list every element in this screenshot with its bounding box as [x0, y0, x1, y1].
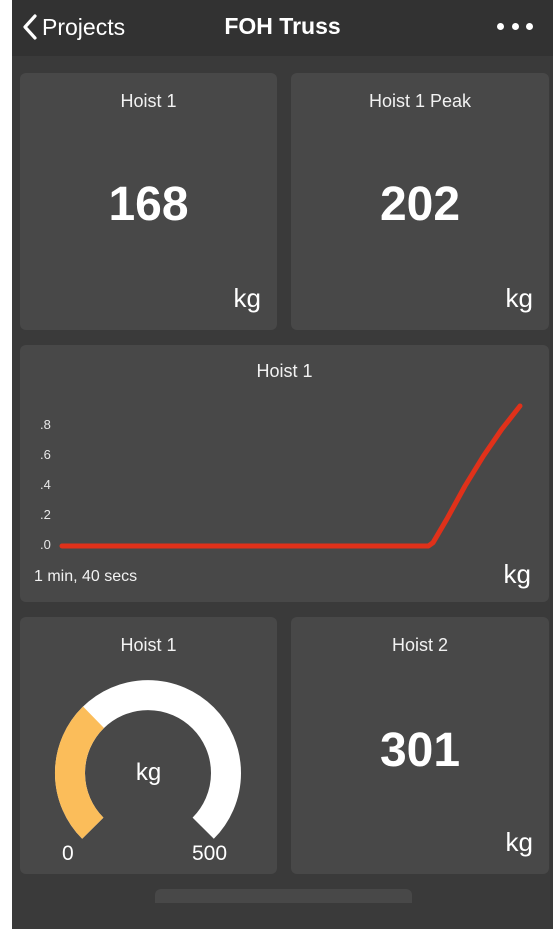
dot [526, 22, 533, 30]
gauge-min-label: 0 [62, 842, 74, 865]
tile-value: 202 [379, 178, 461, 231]
hoist-1-tile[interactable]: Hoist 1 168 kg [20, 73, 277, 330]
tile-title: Hoist 2 [391, 635, 449, 655]
dot [511, 22, 519, 30]
tile-unit: kg [505, 283, 533, 313]
hoist-2-tile[interactable]: Hoist 2 301 kg [291, 617, 549, 874]
page-title: FOH Truss [224, 13, 341, 39]
chart-duration-label: 1 min, 40 secs [34, 568, 138, 585]
ellipsis-icon[interactable] [497, 16, 533, 36]
app-screen: Projects FOH Truss Hoist 1 168 kg Hoist … [12, 0, 553, 929]
gauge-max-label: 500 [192, 842, 228, 865]
tile-unit: kg [233, 283, 261, 313]
tile-unit: kg [505, 827, 533, 857]
chart-unit: kg [503, 559, 531, 589]
tile-title: Hoist 1 [120, 91, 177, 111]
tile-value: 301 [379, 724, 461, 777]
hoist-1-gauge-tile[interactable]: Hoist 1 kg 0 500 [20, 617, 277, 874]
tile-title: Hoist 1 Peak [368, 91, 472, 111]
gauge [55, 680, 241, 839]
tile-value: 168 [108, 178, 189, 231]
navigation-bar: Projects FOH Truss [12, 0, 553, 56]
hoist-1-peak-tile[interactable]: Hoist 1 Peak 202 kg [291, 73, 549, 330]
hoist-1-chart-tile[interactable]: Hoist 1 .8 .6 .4 .2 .0 1 min, 40 secs kg [20, 345, 549, 602]
line-chart [59, 403, 523, 549]
dot [497, 22, 504, 30]
series-line [59, 403, 523, 549]
gauge-unit: kg [135, 759, 162, 786]
bottom-area [12, 903, 553, 929]
